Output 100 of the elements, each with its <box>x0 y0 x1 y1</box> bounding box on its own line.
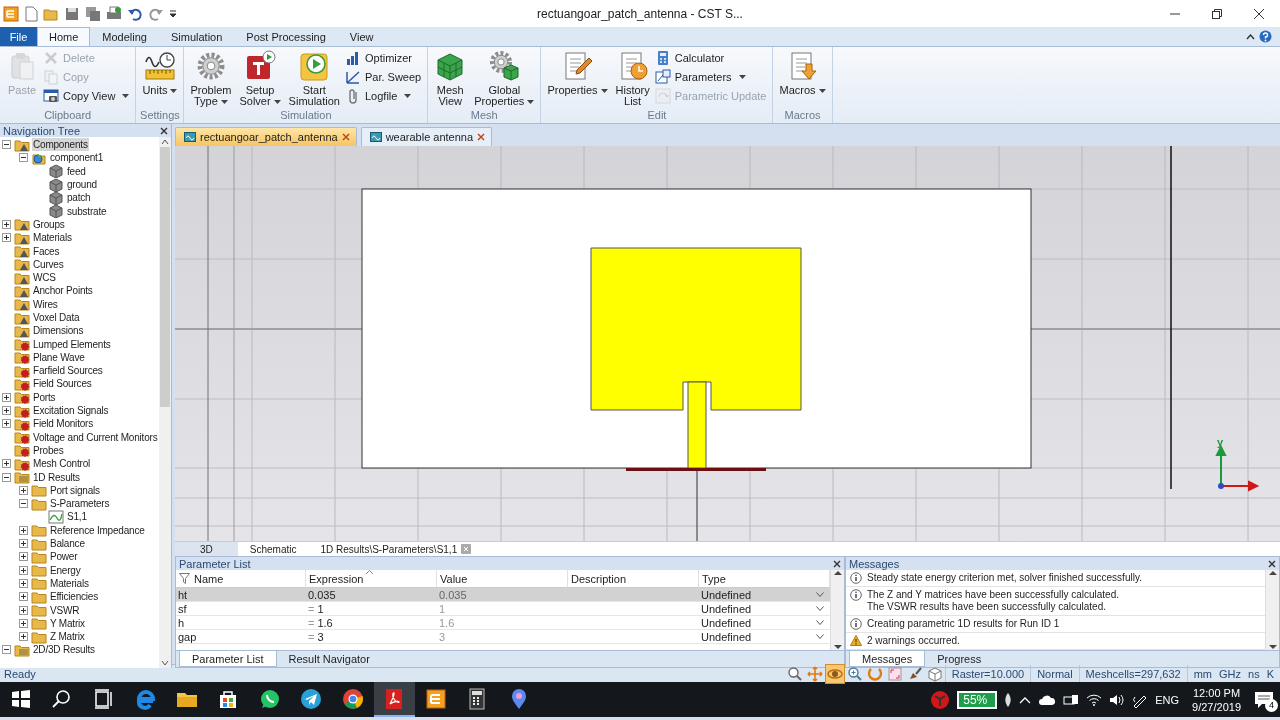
tree-item[interactable]: Efficiencies <box>49 590 99 604</box>
table-cell: 3 <box>437 630 568 644</box>
group-label: Settings <box>139 109 181 123</box>
ribbon-button[interactable]: History List <box>612 49 653 109</box>
panel-title: Parameter List <box>179 557 251 570</box>
tree-item[interactable]: 2D/3D Results <box>32 643 96 657</box>
ribbon-button[interactable]: Logfile <box>344 88 425 104</box>
tree-item[interactable]: patch <box>66 191 92 205</box>
tree-item[interactable]: Anchor Points <box>32 284 94 298</box>
message-text: The Z and Y matrices have been successfully calculated. The VSWR results have been successfully calculated. <box>867 589 1119 613</box>
tree-item[interactable]: Mesh Control <box>32 457 92 471</box>
editor-tab[interactable]: 3D <box>175 542 238 556</box>
clock-time: 12:00 PM <box>1193 685 1241 700</box>
tree-item[interactable]: VSWR <box>49 603 81 617</box>
tree-item[interactable]: Balance <box>49 537 86 551</box>
table-cell: ht <box>176 588 306 602</box>
panel-tab[interactable]: Parameter List <box>179 651 277 667</box>
tree-item[interactable]: Groups <box>32 217 66 231</box>
table-cell: sf <box>176 602 306 616</box>
ribbon-tab[interactable]: Home <box>37 27 91 46</box>
tree-item[interactable]: Field Sources <box>32 377 93 391</box>
group-label: Mesh <box>469 109 499 123</box>
tree-item[interactable]: Materials <box>32 231 73 245</box>
tree-item[interactable]: substrate <box>66 204 108 218</box>
tree-item[interactable]: Curves <box>32 257 65 271</box>
tree-item[interactable]: WCS <box>32 271 57 285</box>
table-cell[interactable]: = 1.6 <box>306 616 437 630</box>
status-text: Ready <box>4 667 36 680</box>
ribbon-tab[interactable]: Post Processing <box>234 27 338 46</box>
tree-item[interactable]: Faces <box>32 244 61 258</box>
table-cell[interactable]: = 1 <box>306 602 437 616</box>
tree-item[interactable]: ground <box>66 178 98 192</box>
panel-tab[interactable]: Result Navigator <box>276 651 382 667</box>
tree-item[interactable]: Power <box>49 550 79 564</box>
message-text: 2 warnings occurred. <box>867 635 960 647</box>
table-cell[interactable]: 0.035 <box>306 588 437 602</box>
file-tab[interactable]: File <box>0 27 37 46</box>
ribbon-button[interactable]: Units <box>139 49 181 109</box>
tree-item[interactable]: Ports <box>32 390 57 404</box>
unit-label: K <box>1266 667 1274 680</box>
tree-item[interactable]: Reference Impedance <box>49 523 146 537</box>
tree-item[interactable]: Probes <box>32 443 65 457</box>
ribbon-button[interactable]: Mesh View <box>431 49 470 109</box>
ribbon-tab[interactable]: Modeling <box>90 27 159 46</box>
ribbon-button[interactable]: Copy View <box>43 88 133 104</box>
panel-title: Messages <box>849 557 900 570</box>
panel-tab[interactable]: Progress <box>925 651 994 667</box>
editor-tab[interactable]: 1D Results\S-Parameters\S1,1 <box>308 542 484 556</box>
table-cell[interactable]: Undefined <box>699 602 830 616</box>
tree-item[interactable]: S1,1 <box>66 510 88 524</box>
ribbon-button[interactable]: Setup Solver <box>236 49 284 109</box>
group-label: Simulation <box>279 109 333 123</box>
tree-item[interactable]: 1D Results <box>32 470 81 484</box>
tree-item[interactable]: Port signals <box>49 483 101 497</box>
tree-item[interactable]: Voltage and Current Monitors <box>32 430 159 444</box>
table-cell: gap <box>176 630 306 644</box>
message-text: Creating parametric 1D results for Run ID 1 <box>867 618 1060 630</box>
tree-item[interactable]: S-Parameters <box>49 497 111 511</box>
ribbon-button[interactable]: Par. Sweep <box>344 69 425 85</box>
tree-item[interactable]: Plane Wave <box>32 350 86 364</box>
tree-item[interactable]: Excitation Signals <box>32 404 110 418</box>
panel-tab[interactable]: Messages <box>849 651 926 667</box>
tree-item[interactable]: Lumped Elements <box>32 337 112 351</box>
table-cell[interactable]: Undefined <box>699 630 830 644</box>
unit-label: GHz <box>1219 667 1242 680</box>
ribbon-tab[interactable]: Simulation <box>159 27 235 46</box>
tree-item[interactable]: Energy <box>49 563 82 577</box>
ribbon-tab[interactable]: View <box>337 27 386 46</box>
tree-item[interactable]: Materials <box>49 576 90 590</box>
ribbon-button[interactable]: Parameters <box>654 69 770 85</box>
table-cell[interactable]: Undefined <box>699 588 830 602</box>
message-text: Steady state energy criterion met, solver finished successfully. <box>867 572 1142 584</box>
ribbon-button[interactable]: Calculator <box>654 50 770 66</box>
document-tab[interactable]: wearable antenna <box>360 127 493 146</box>
ribbon-button[interactable]: Global Properties <box>471 49 538 109</box>
tree-item[interactable]: Wires <box>32 297 59 311</box>
ribbon-button[interactable]: Problem Type <box>187 49 235 109</box>
ribbon-button[interactable]: Optimizer <box>344 50 425 66</box>
tree-item[interactable]: Y Matrix <box>49 616 86 630</box>
table-cell: h <box>176 616 306 630</box>
panel-title: Navigation Tree <box>3 124 81 137</box>
tree-item[interactable]: Voxel Data <box>32 311 81 324</box>
language-indicator[interactable]: ENG <box>1155 693 1180 706</box>
table-cell: 1.6 <box>437 616 568 630</box>
ribbon-button[interactable]: Properties <box>544 49 611 109</box>
tree-item[interactable]: Farfield Sources <box>32 364 104 378</box>
tree-item[interactable]: feed <box>66 164 87 178</box>
document-tab[interactable]: rectuangoar_patch_antenna <box>175 127 357 146</box>
axis-label: y <box>1217 436 1224 448</box>
group-label: Edit <box>646 109 668 123</box>
tree-item[interactable]: Field Monitors <box>32 417 94 431</box>
tree-item[interactable]: component1 <box>49 151 105 165</box>
table-cell[interactable]: = 3 <box>306 630 437 644</box>
ribbon-button[interactable]: Start Simulation <box>285 49 343 109</box>
table-cell[interactable]: Undefined <box>699 616 830 630</box>
tree-item[interactable]: Z Matrix <box>49 630 86 644</box>
editor-tab[interactable]: Schematic <box>237 542 309 556</box>
tree-item[interactable]: Components <box>32 138 89 152</box>
tree-item[interactable]: Dimensions <box>32 324 85 338</box>
ribbon-button[interactable]: Macros <box>776 49 829 109</box>
